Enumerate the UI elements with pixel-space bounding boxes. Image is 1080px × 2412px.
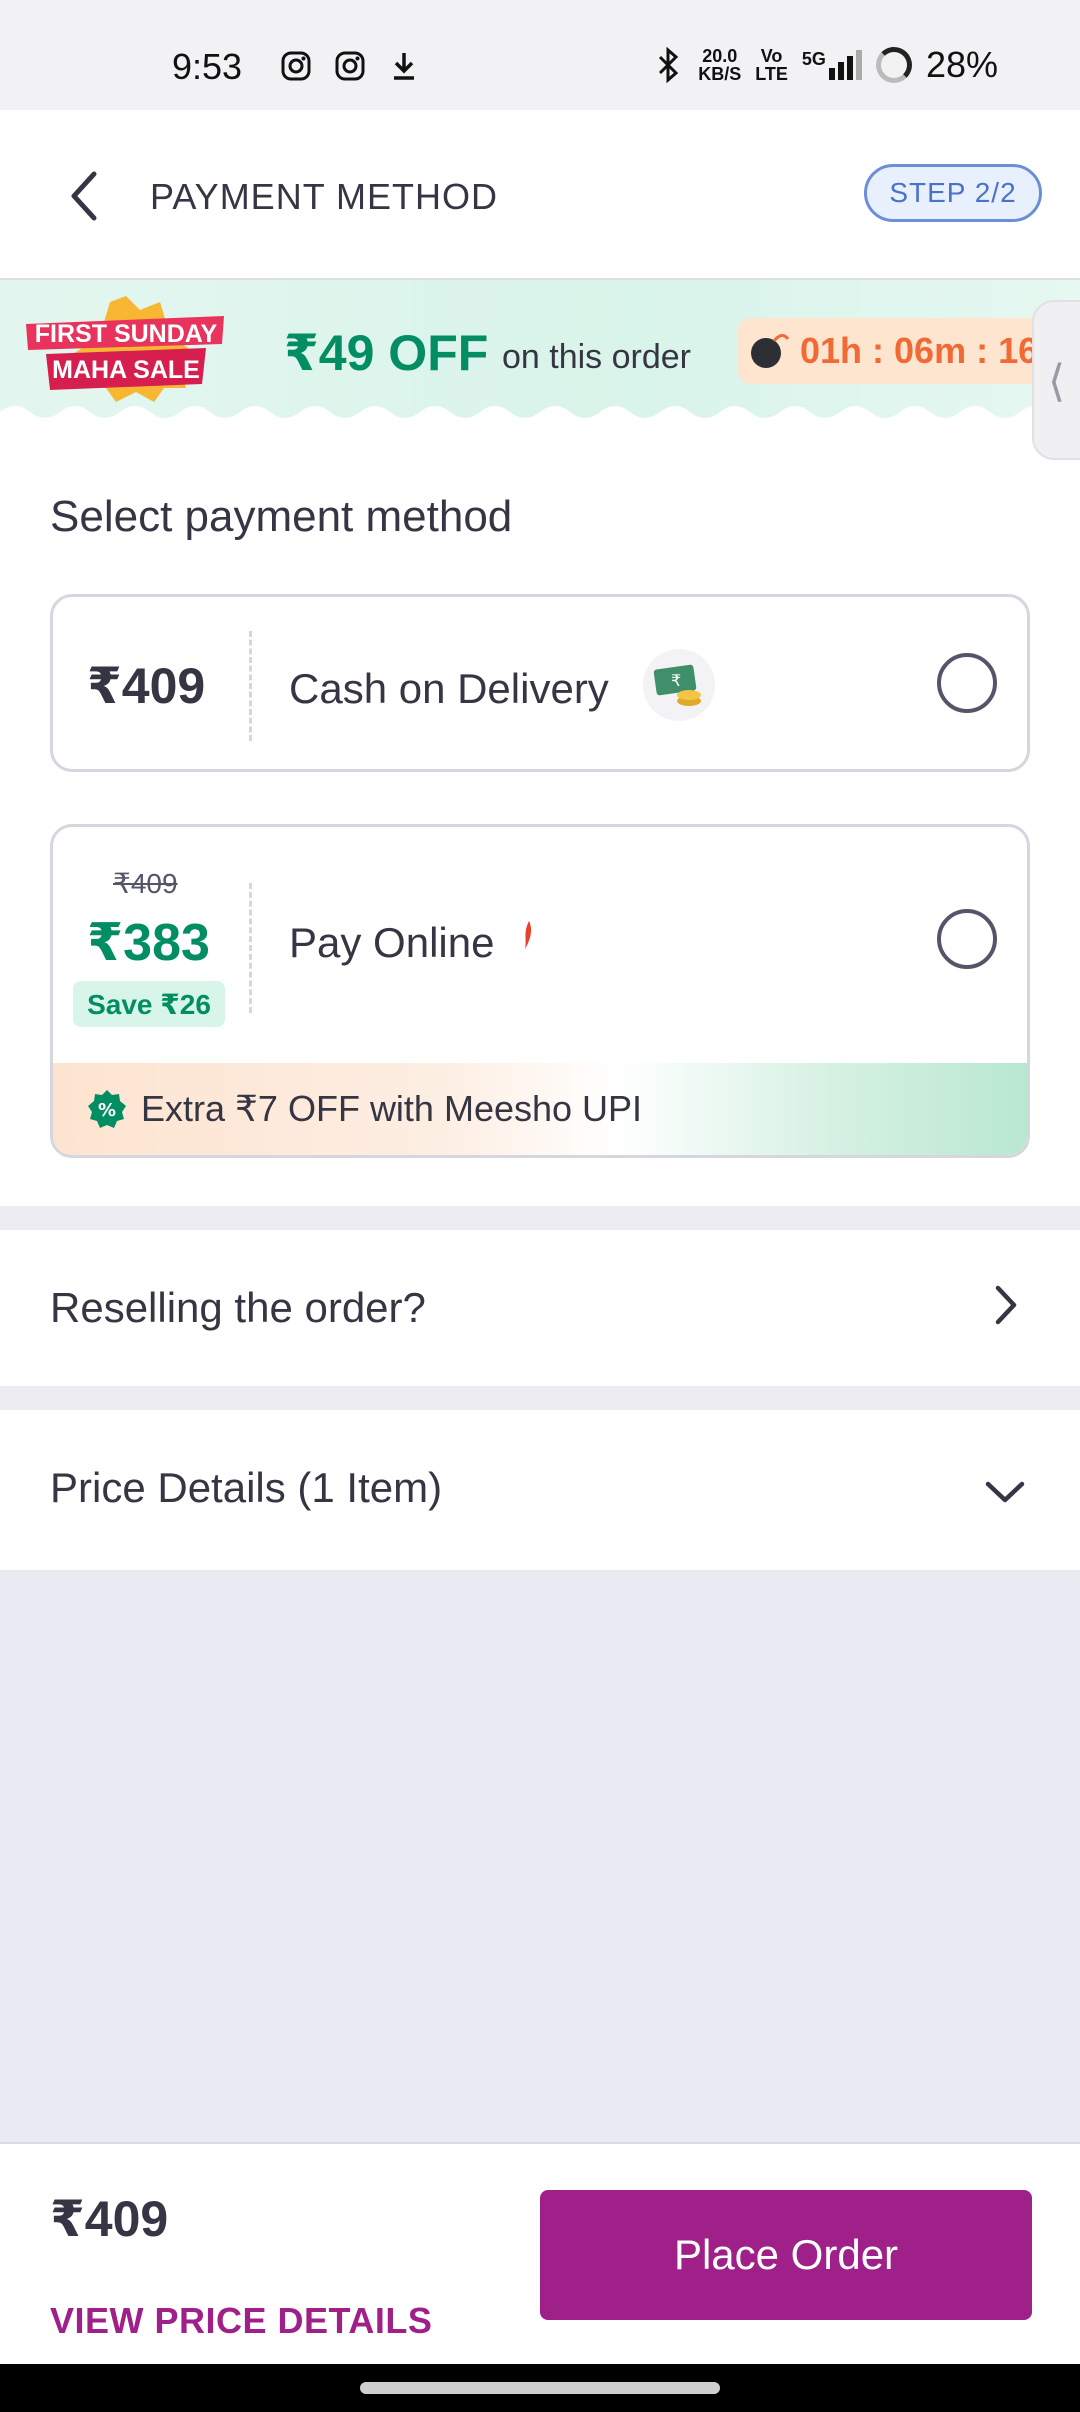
cod-label: Cash on Delivery — [289, 665, 609, 712]
sale-offer: ₹49 OFF — [284, 325, 489, 381]
cod-radio[interactable] — [937, 653, 997, 713]
sale-banner[interactable]: FIRST SUNDAY MAHA SALE ₹49 OFF on this o… — [0, 280, 1080, 428]
svg-text:₹: ₹ — [671, 671, 681, 690]
chevron-right-icon — [995, 1285, 1017, 1325]
signal-icon: 5G — [802, 50, 862, 80]
cod-price: ₹409 — [87, 658, 206, 714]
sale-logo-line1: FIRST SUNDAY — [35, 320, 218, 348]
app-header: PAYMENT METHOD STEP 2/2 — [0, 110, 1080, 280]
chevron-left-icon[interactable] — [60, 166, 110, 226]
section-separator — [0, 1206, 1080, 1230]
place-order-button[interactable]: Place Order — [540, 2190, 1032, 2320]
online-original-price: ₹409 — [113, 868, 178, 899]
payment-option-cod[interactable]: ₹409 Cash on Delivery ₹ — [50, 594, 1030, 772]
online-label: Pay Online — [289, 919, 495, 966]
price-details-row[interactable]: Price Details (1 Item) — [0, 1410, 1080, 1570]
download-icon — [394, 53, 414, 80]
svg-text:%: % — [98, 1100, 116, 1121]
wave-divider — [0, 406, 1080, 428]
empty-area — [0, 1570, 1080, 2144]
view-price-details-link[interactable]: VIEW PRICE DETAILS — [50, 2300, 432, 2342]
page-title: PAYMENT METHOD — [150, 176, 499, 217]
battery-icon — [875, 47, 912, 83]
cash-icon: ₹ — [643, 649, 715, 721]
flame-icon — [525, 921, 532, 949]
bomb-icon — [751, 334, 790, 368]
battery-percent: 28% — [925, 44, 998, 85]
price-details-label: Price Details (1 Item) — [50, 1464, 443, 1511]
sale-logo-line2: MAHA SALE — [52, 356, 200, 384]
status-bar: 9:53 20.0 KB/S Vo LTE 5G 28% — [0, 0, 1080, 110]
system-icons: 20.0 KB/S Vo LTE 5G 28% — [654, 44, 998, 86]
step-badge: STEP 2/2 — [864, 164, 1042, 222]
section-separator — [0, 1386, 1080, 1410]
chevron-left-icon: ⟨ — [1048, 357, 1066, 406]
save-badge: Save ₹26 — [73, 981, 225, 1027]
sale-logo: FIRST SUNDAY MAHA SALE — [26, 296, 224, 402]
volte-indicator: Vo LTE — [755, 46, 788, 84]
online-price: ₹383 — [87, 914, 210, 972]
chevron-down-icon — [985, 1481, 1025, 1503]
payment-option-online[interactable]: ₹409 ₹383 Save ₹26 Pay Online % Extra ₹7… — [50, 824, 1030, 1158]
bottom-bar: ₹409 VIEW PRICE DETAILS Place Order — [0, 2144, 1080, 2364]
discount-badge-icon: % — [88, 1090, 126, 1128]
notification-icons — [280, 50, 420, 82]
section-title: Select payment method — [50, 492, 513, 541]
status-time: 9:53 — [172, 46, 243, 87]
reselling-row[interactable]: Reselling the order? — [0, 1230, 1080, 1386]
reselling-label: Reselling the order? — [50, 1284, 426, 1331]
divider — [249, 883, 252, 1013]
upi-offer-text: Extra ₹7 OFF with Meesho UPI — [141, 1088, 643, 1129]
timer-text: 01h : 06m : 16 — [800, 330, 1039, 371]
net-speed: 20.0 KB/S — [698, 46, 742, 84]
total-price: ₹409 — [50, 2191, 169, 2247]
instagram-icon — [335, 51, 365, 81]
gesture-nav-bar — [0, 2364, 1080, 2412]
divider — [249, 631, 252, 741]
sale-offer-suffix: on this order — [502, 338, 691, 376]
home-indicator[interactable] — [360, 2382, 720, 2394]
online-radio[interactable] — [937, 909, 997, 969]
instagram-icon — [281, 51, 311, 81]
upi-offer-strip: % Extra ₹7 OFF with Meesho UPI — [53, 1063, 1027, 1155]
sale-timer: 01h : 06m : 16 — [738, 318, 1078, 384]
side-drawer-tab[interactable]: ⟨ — [1032, 300, 1080, 460]
bluetooth-icon — [659, 47, 679, 83]
